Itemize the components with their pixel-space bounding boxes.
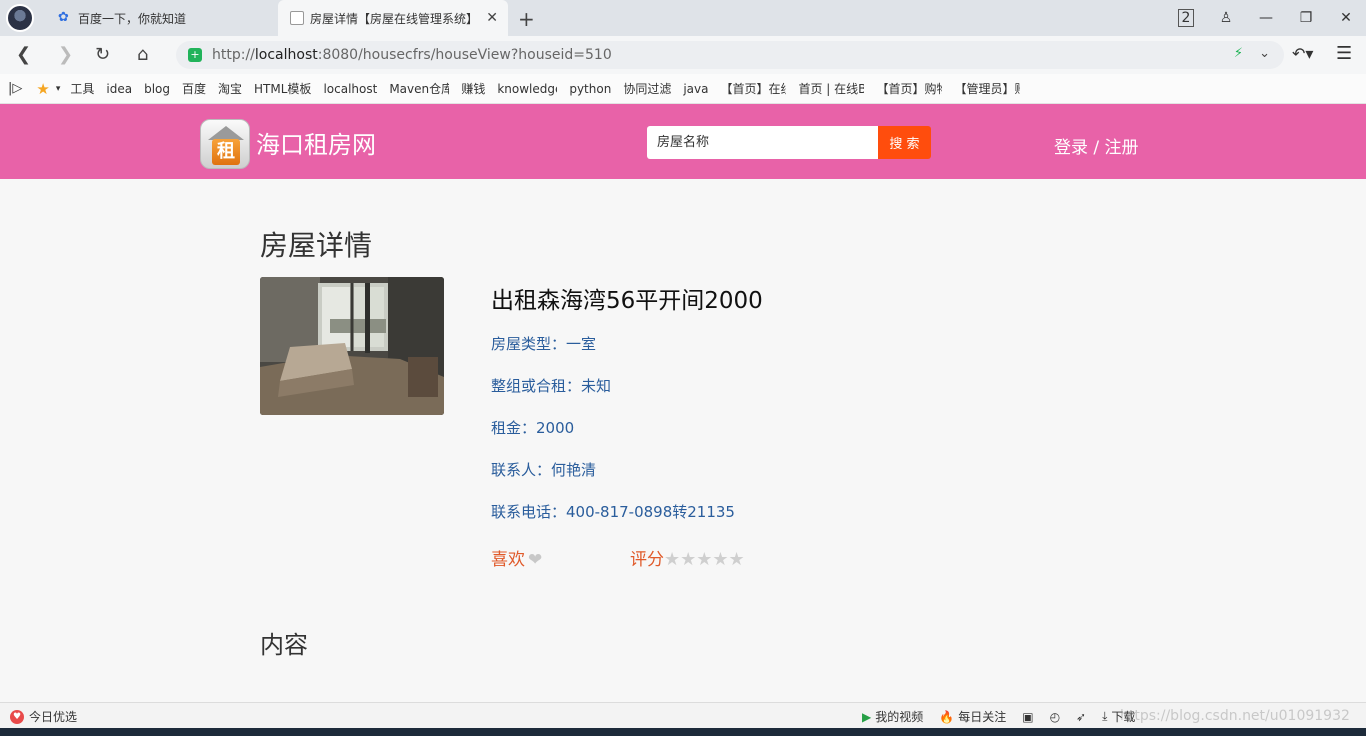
new-tab-icon[interactable]: + <box>518 7 535 31</box>
rent-mode: 整组或合租：未知 <box>491 377 612 395</box>
search-button[interactable]: 搜 索 <box>878 126 931 159</box>
tab-title: 房屋详情【房屋在线管理系统】 <box>310 11 479 26</box>
url-rest: :8080/housecfrs/houseView?houseid=510 <box>317 47 612 63</box>
lightning-icon[interactable]: ⚡ <box>1234 46 1243 61</box>
home-icon[interactable]: ⌂ <box>137 44 148 65</box>
baidu-paw-icon: ✿ <box>58 10 69 25</box>
close-window-icon[interactable]: ✕ <box>1326 10 1366 26</box>
download-icon[interactable]: ⤓ <box>1102 709 1107 724</box>
page-title: 房屋详情 <box>260 229 373 262</box>
rent-price: 租金：2000 <box>491 419 575 437</box>
today-pick-label: 今日优选 <box>29 710 78 724</box>
like-label: 喜欢 <box>491 550 525 570</box>
clock-icon[interactable]: ◴ <box>1050 710 1060 724</box>
browser-nav-bar: ❮ ❯ ↻ ⌂ + http://localhost:8080/housecfr… <box>0 36 1366 74</box>
tab-baidu[interactable]: ✿ 百度一下，你就知道 <box>48 0 276 36</box>
bookmark-item[interactable]: idea <box>106 82 132 96</box>
house-photo <box>260 277 444 415</box>
os-taskbar <box>0 728 1366 736</box>
bookmark-item[interactable]: 百度 <box>182 80 206 97</box>
login-register-link[interactable]: 登录 / 注册 <box>1054 133 1139 158</box>
bookmark-item[interactable]: 淘宝 <box>218 80 242 97</box>
fire-icon[interactable]: 🔥 <box>939 710 954 724</box>
tab-title: 百度一下，你就知道 <box>78 11 187 26</box>
forward-icon[interactable]: ❯ <box>58 44 73 65</box>
bookmarks-bar: |▷ ★ ▾ 工具 idea blog 百度 淘宝 HTML模板 localho… <box>0 74 1366 104</box>
star-icon[interactable]: ★ <box>36 80 49 98</box>
chevron-down-icon[interactable]: ⌄ <box>1259 46 1270 61</box>
house-name: 出租森海湾56平开间2000 <box>491 288 763 314</box>
watermark-text: https://blog.csdn.net/u01091932 <box>1120 708 1350 724</box>
contact-person: 联系人：何艳清 <box>491 461 597 479</box>
site-header: 租 海口租房网 搜 索 登录 / 注册 <box>0 104 1366 179</box>
bookmark-item[interactable]: knowledge <box>497 82 557 96</box>
bookmark-item[interactable]: 赚钱 <box>461 80 485 97</box>
roof-icon <box>208 126 244 140</box>
tab-house-detail[interactable]: 房屋详情【房屋在线管理系统】 ✕ <box>278 0 508 36</box>
today-pick[interactable]: ♥ 今日优选 <box>10 708 77 725</box>
bookmark-item[interactable]: python <box>569 82 611 96</box>
bookmark-item[interactable]: localhost <box>323 82 377 96</box>
bookmark-item[interactable]: HTML模板 <box>254 80 311 97</box>
logo-char: 租 <box>212 139 240 165</box>
restore-icon[interactable]: ❐ <box>1286 10 1326 26</box>
house-type: 房屋类型：一室 <box>491 335 597 353</box>
user-avatar[interactable] <box>6 4 34 32</box>
video-icon[interactable]: ▶ <box>862 710 871 724</box>
reload-icon[interactable]: ↻ <box>95 44 110 65</box>
minimize-icon[interactable]: — <box>1246 10 1286 26</box>
menu-icon[interactable]: ☰ <box>1336 43 1352 64</box>
url-prefix: http:// <box>212 47 255 63</box>
room-image <box>260 277 444 415</box>
url-host: localhost <box>254 47 318 63</box>
bookmark-item[interactable]: 协同过滤 <box>623 80 671 97</box>
browser-tab-bar: ✿ 百度一下，你就知道 房屋详情【房屋在线管理系统】 ✕ + 2 ♙ — ❐ ✕ <box>0 0 1366 36</box>
tab-count-button[interactable]: 2 <box>1166 9 1206 27</box>
bookmark-item[interactable]: 【管理员】账 <box>954 80 1020 97</box>
my-video-label[interactable]: 我的视频 <box>875 708 923 725</box>
site-title[interactable]: 海口租房网 <box>256 125 376 160</box>
content-title: 内容 <box>260 631 308 659</box>
rating-stars[interactable]: ★★★★★ <box>664 549 745 570</box>
bookmark-dropdown-icon[interactable]: ▾ <box>56 84 61 94</box>
bookmark-item[interactable]: 首页 | 在线B <box>798 80 864 97</box>
rocket-icon[interactable]: ➶ <box>1076 710 1086 724</box>
daily-focus-label[interactable]: 每日关注 <box>958 708 1006 725</box>
like-control[interactable]: 喜欢 ❤ <box>491 545 542 570</box>
sidebar-toggle-icon[interactable]: |▷ <box>8 81 22 96</box>
undo-icon[interactable]: ↶▾ <box>1292 44 1313 63</box>
close-tab-icon[interactable]: ✕ <box>486 10 498 26</box>
secure-shield-icon: + <box>188 48 202 62</box>
rating-label: 评分 <box>630 550 664 570</box>
heart-badge-icon: ♥ <box>10 709 24 724</box>
status-actions: ▶ 我的视频 🔥 每日关注 ▣ ◴ ➶ ⤓ 下载 <box>862 708 1151 725</box>
address-actions: ⚡ ⌄ <box>1234 46 1270 61</box>
window-controls: 2 ♙ — ❐ ✕ <box>1166 0 1366 36</box>
heart-icon[interactable]: ❤ <box>528 550 542 570</box>
bookmark-item[interactable]: 【首页】在线 <box>720 80 786 97</box>
contact-phone: 联系电话：400-817-0898转21135 <box>491 503 735 521</box>
bookmark-item[interactable]: blog <box>144 82 170 96</box>
bookmark-item[interactable]: Maven仓库 <box>389 80 449 97</box>
bookmark-item[interactable]: java <box>683 82 708 96</box>
image-icon[interactable]: ▣ <box>1022 710 1033 724</box>
bookmark-item[interactable]: 【首页】购物 <box>876 80 942 97</box>
rating-control: 评分★★★★★ <box>630 545 745 570</box>
search-input[interactable] <box>647 126 879 159</box>
bookmark-item[interactable]: 工具 <box>70 80 94 97</box>
skin-icon[interactable]: ♙ <box>1206 10 1246 26</box>
address-bar[interactable]: + http://localhost:8080/housecfrs/houseV… <box>176 41 1284 69</box>
site-logo[interactable]: 租 <box>200 119 250 169</box>
back-icon[interactable]: ❮ <box>16 44 31 65</box>
document-icon <box>290 11 304 25</box>
